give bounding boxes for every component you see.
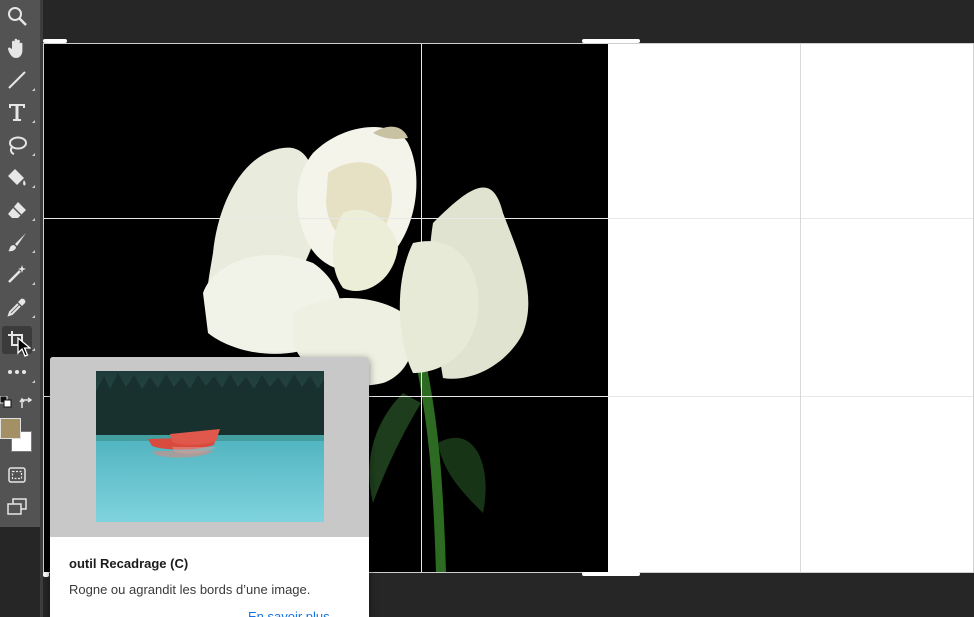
submenu-indicator (32, 315, 35, 318)
screen-mode-button[interactable] (2, 493, 32, 521)
learn-more-link[interactable]: En savoir plus (248, 609, 330, 617)
quick-mask-button[interactable] (2, 461, 32, 489)
crop-handle-bottom[interactable] (582, 572, 640, 576)
tooltip-description: Rogne ou agrandit les bords d’une image. (69, 582, 311, 597)
more-tools-button[interactable] (2, 358, 35, 386)
eyedropper-tool-button[interactable] (2, 293, 35, 321)
submenu-indicator (32, 88, 35, 91)
lake-canoe-photo (96, 371, 324, 522)
eyedropper-icon (7, 298, 26, 317)
crop-tool-tooltip: outil Recadrage (C) Rogne ou agrandit le… (50, 357, 369, 617)
submenu-indicator (32, 348, 35, 351)
eraser-tool-button[interactable] (2, 196, 35, 224)
submenu-indicator (32, 218, 35, 221)
paint-bucket-icon (8, 169, 26, 186)
brush-tool-button[interactable] (2, 228, 35, 256)
crop-grid-line (43, 218, 974, 219)
tooltip-title: outil Recadrage (C) (69, 556, 189, 571)
ellipsis-icon (8, 370, 26, 374)
submenu-indicator (32, 185, 35, 188)
tooltip-preview-area (50, 357, 369, 537)
type-tool-button[interactable] (2, 98, 35, 126)
submenu-indicator (32, 120, 35, 123)
canvas-extension-area[interactable] (608, 43, 974, 573)
magic-wand-tool-button[interactable] (2, 260, 35, 288)
crop-handle-bottom-left[interactable] (43, 572, 49, 577)
crop-grid-line (421, 43, 422, 573)
submenu-indicator (32, 282, 35, 285)
submenu-indicator (32, 153, 35, 156)
submenu-indicator (32, 380, 35, 383)
quick-mask-icon (8, 467, 26, 483)
magnifier-icon (8, 7, 27, 26)
zoom-tool-button[interactable] (2, 2, 32, 30)
magic-wand-icon (8, 265, 26, 283)
lasso-tool-button[interactable] (2, 131, 35, 159)
crop-handle-top[interactable] (582, 39, 640, 43)
submenu-indicator (32, 250, 35, 253)
swap-colors-icon[interactable] (19, 396, 33, 410)
screen-mode-icon (7, 498, 27, 515)
default-colors-icon[interactable] (0, 396, 12, 408)
lasso-icon (9, 136, 27, 155)
paint-bucket-tool-button[interactable] (2, 163, 35, 191)
mouse-cursor-icon (17, 337, 31, 357)
type-icon (9, 104, 25, 121)
crop-grid-line (800, 43, 801, 573)
foreground-color-swatch[interactable] (0, 418, 21, 439)
line-tool-button[interactable] (2, 66, 35, 94)
eraser-icon (8, 202, 26, 218)
hand-tool-button[interactable] (2, 34, 32, 62)
hand-icon (7, 38, 23, 58)
brush-icon (8, 233, 26, 252)
tooltip-preview-image (96, 371, 324, 522)
tools-panel (0, 0, 40, 527)
line-icon (8, 71, 26, 89)
toolbar-divider (40, 0, 43, 617)
crop-handle-top-left[interactable] (43, 39, 67, 43)
